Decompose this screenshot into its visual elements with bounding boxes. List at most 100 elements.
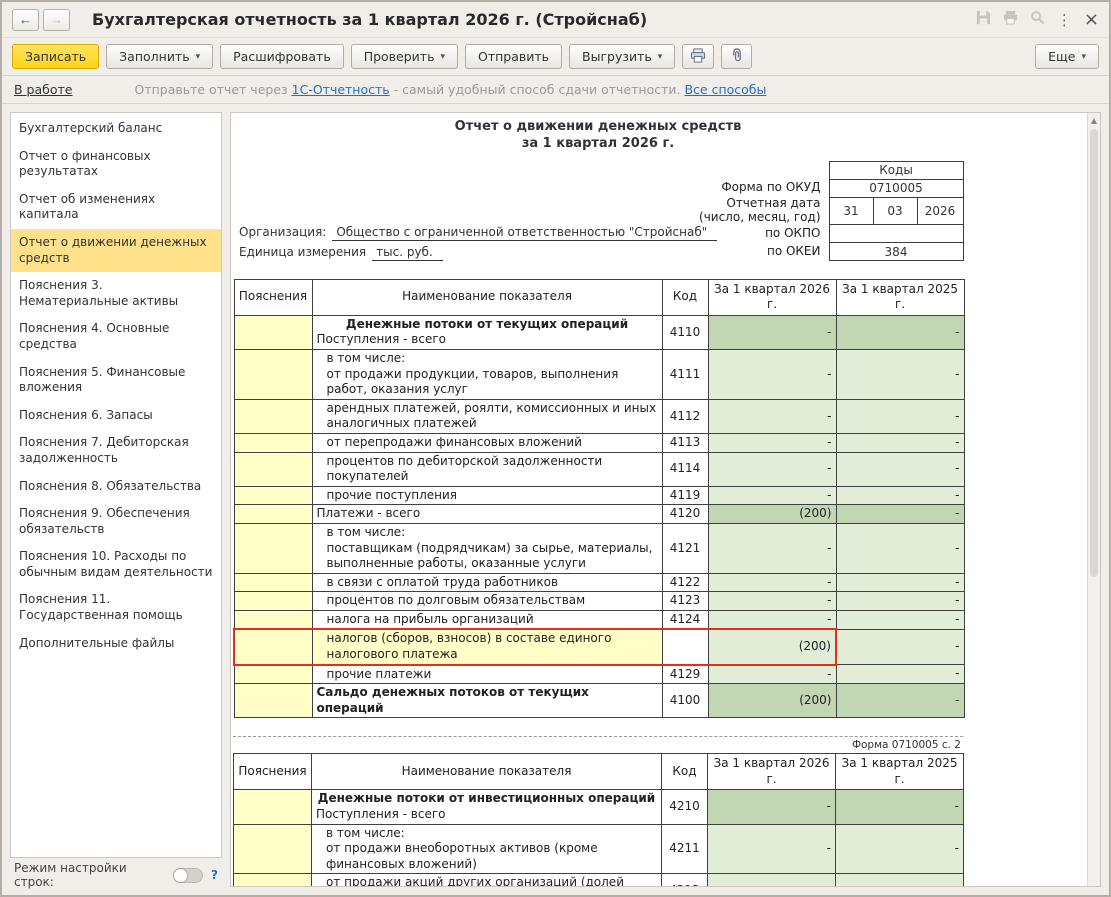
value-2026-cell[interactable]: -	[708, 610, 836, 629]
value-2026-cell[interactable]: -	[708, 315, 836, 349]
value-2025-cell[interactable]: -	[836, 610, 964, 629]
explanation-cell[interactable]	[234, 505, 312, 524]
sidebar-item[interactable]: Пояснения 4. Основные средства	[11, 315, 221, 358]
reporting-service-link[interactable]: 1С-Отчетность	[292, 82, 390, 97]
sidebar-item[interactable]: Отчет о финансовых результатах	[11, 143, 221, 186]
more-button[interactable]: Еще▾	[1035, 44, 1099, 69]
explanation-cell[interactable]	[234, 523, 312, 573]
codes-value-cell[interactable]: 0710005	[829, 179, 963, 197]
organization-value[interactable]: Общество с ограниченной ответственностью…	[332, 225, 717, 241]
check-button[interactable]: Проверить▾	[351, 44, 458, 69]
explanation-cell[interactable]	[234, 349, 312, 399]
close-icon[interactable]: ×	[1084, 11, 1099, 29]
print-icon[interactable]	[1003, 10, 1018, 29]
codes-value-cell[interactable]: 2026	[917, 197, 963, 225]
code-cell: 4210	[662, 790, 708, 824]
chevron-down-icon: ▾	[1081, 52, 1086, 62]
scrollbar-thumb[interactable]	[1090, 129, 1098, 577]
find-icon[interactable]	[1030, 10, 1045, 29]
value-2026-cell[interactable]: (200)	[708, 629, 836, 664]
value-2025-cell[interactable]: -	[836, 349, 964, 399]
value-2025-cell[interactable]: -	[836, 665, 964, 684]
row-settings-toggle[interactable]	[173, 868, 203, 883]
explanation-cell[interactable]	[234, 665, 312, 684]
decode-button[interactable]: Расшифровать	[220, 44, 344, 69]
value-2025-cell[interactable]: -	[836, 573, 964, 592]
value-2026-cell[interactable]: -	[708, 665, 836, 684]
value-2025-cell[interactable]: -	[836, 315, 964, 349]
value-2025-cell[interactable]: -	[836, 399, 964, 433]
attach-button[interactable]	[721, 44, 752, 69]
value-2025-cell[interactable]: -	[836, 523, 964, 573]
sidebar-item[interactable]: Пояснения 6. Запасы	[11, 402, 221, 430]
sidebar-item[interactable]: Отчет об изменениях капитала	[11, 186, 221, 229]
value-2025-cell[interactable]: -	[836, 790, 964, 824]
explanation-cell[interactable]	[234, 610, 312, 629]
codes-value-cell[interactable]: 384	[829, 243, 963, 261]
value-2026-cell[interactable]: -	[708, 523, 836, 573]
unit-value[interactable]: тыс. руб.	[372, 245, 443, 261]
value-2026-cell[interactable]: (200)	[708, 684, 836, 718]
sidebar-item[interactable]: Дополнительные файлы	[11, 630, 221, 658]
codes-value-cell[interactable]: 03	[873, 197, 917, 225]
all-methods-link[interactable]: Все способы	[684, 82, 766, 97]
print-button[interactable]	[682, 44, 714, 69]
sidebar-item[interactable]: Пояснения 9. Обеспечения обязательств	[11, 500, 221, 543]
explanation-cell[interactable]	[234, 824, 312, 874]
value-2026-cell[interactable]: -	[708, 433, 836, 452]
help-link[interactable]: ?	[211, 868, 218, 882]
explanation-cell[interactable]	[234, 790, 312, 824]
value-2025-cell[interactable]: -	[836, 433, 964, 452]
sidebar-item[interactable]: Отчет о движении денежных средств	[11, 229, 221, 272]
value-2025-cell[interactable]: -	[836, 452, 964, 486]
codes-value-cell[interactable]	[829, 225, 963, 243]
sidebar-item[interactable]: Пояснения 11. Государственная помощь	[11, 586, 221, 629]
vertical-scrollbar[interactable]: ▲	[1087, 113, 1100, 886]
value-2026-cell[interactable]: -	[708, 592, 836, 611]
forward-button[interactable]: →	[43, 9, 70, 31]
explanation-cell[interactable]	[234, 433, 312, 452]
scroll-up-icon[interactable]: ▲	[1088, 113, 1100, 127]
value-2025-cell[interactable]: -	[836, 629, 964, 664]
value-2026-cell[interactable]: -	[708, 349, 836, 399]
sidebar-item[interactable]: Пояснения 5. Финансовые вложения	[11, 359, 221, 402]
write-button[interactable]: Записать	[12, 44, 99, 69]
fill-button[interactable]: Заполнить▾	[106, 44, 213, 69]
explanation-cell[interactable]	[234, 486, 312, 505]
back-icon: ←	[19, 12, 32, 27]
send-button[interactable]: Отправить	[465, 44, 562, 69]
value-2026-cell[interactable]: -	[708, 399, 836, 433]
value-2025-cell[interactable]: -	[836, 874, 964, 887]
value-2025-cell[interactable]: -	[836, 824, 964, 874]
value-2025-cell[interactable]: -	[836, 684, 964, 718]
explanation-cell[interactable]	[234, 399, 312, 433]
more-menu-icon[interactable]: ⋮	[1057, 11, 1072, 29]
value-2026-cell[interactable]: (200)	[708, 505, 836, 524]
sidebar-item[interactable]: Пояснения 7. Дебиторская задолженность	[11, 429, 221, 472]
export-button[interactable]: Выгрузить▾	[569, 44, 675, 69]
sidebar-item[interactable]: Пояснения 10. Расходы по обычным видам д…	[11, 543, 221, 586]
value-2025-cell[interactable]: -	[836, 592, 964, 611]
sidebar-item[interactable]: Пояснения 8. Обязательства	[11, 473, 221, 501]
explanation-cell[interactable]	[234, 874, 312, 887]
explanation-cell[interactable]	[234, 573, 312, 592]
explanation-cell[interactable]	[234, 592, 312, 611]
sidebar-item[interactable]: Бухгалтерский баланс	[11, 115, 221, 143]
status-state-link[interactable]: В работе	[14, 82, 72, 97]
explanation-cell[interactable]	[234, 629, 312, 664]
value-2026-cell[interactable]: -	[708, 824, 836, 874]
codes-value-cell[interactable]: 31	[829, 197, 873, 225]
explanation-cell[interactable]	[234, 452, 312, 486]
save-icon[interactable]	[976, 10, 991, 29]
value-2025-cell[interactable]: -	[836, 486, 964, 505]
value-2025-cell[interactable]: -	[836, 505, 964, 524]
sidebar-item[interactable]: Пояснения 3. Нематериальные активы	[11, 272, 221, 315]
value-2026-cell[interactable]: -	[708, 452, 836, 486]
value-2026-cell[interactable]: -	[708, 573, 836, 592]
back-button[interactable]: ←	[12, 9, 39, 31]
value-2026-cell[interactable]: -	[708, 790, 836, 824]
explanation-cell[interactable]	[234, 315, 312, 349]
value-2026-cell[interactable]: -	[708, 874, 836, 887]
explanation-cell[interactable]	[234, 684, 312, 718]
value-2026-cell[interactable]: -	[708, 486, 836, 505]
